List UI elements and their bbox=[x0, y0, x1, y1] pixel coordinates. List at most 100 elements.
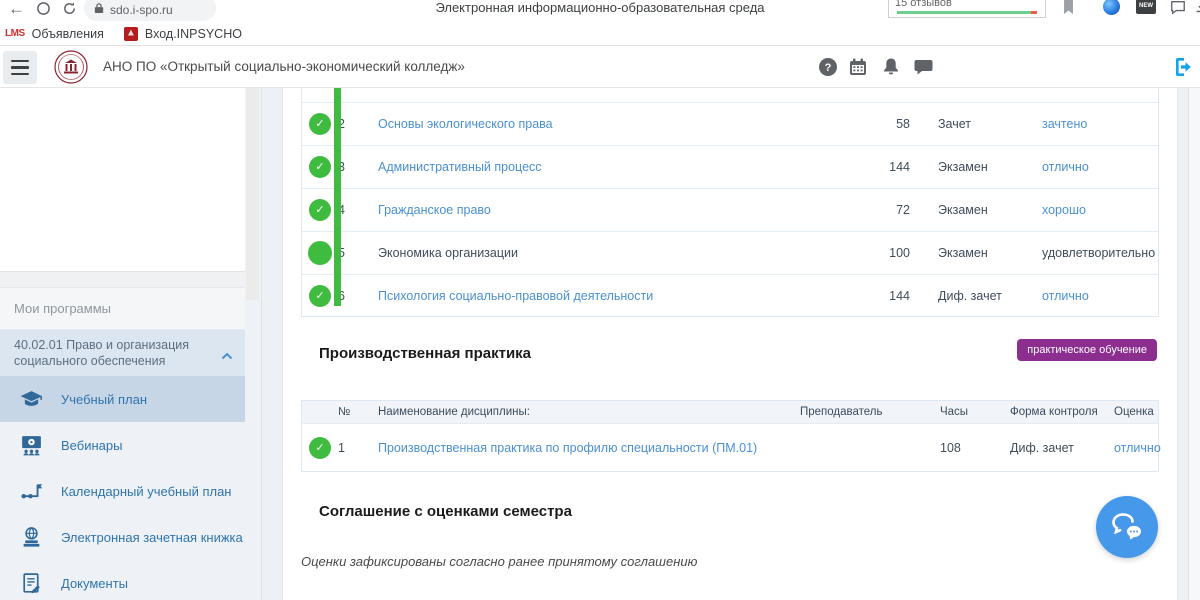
sidebar-item-documents[interactable]: Документы bbox=[0, 560, 245, 600]
url-text: sdo.i-spo.ru bbox=[110, 0, 173, 17]
discipline-name: Экономика организации bbox=[378, 246, 854, 260]
row-number: 4 bbox=[338, 203, 378, 217]
svg-text:?: ? bbox=[825, 62, 832, 74]
completed-check-icon: ✓ bbox=[309, 285, 331, 307]
new-extension-badge[interactable]: NEW bbox=[1136, 0, 1156, 14]
grade-link[interactable]: хорошо bbox=[1042, 203, 1158, 217]
organization-name: АНО ПО «Открытый социально-экономический… bbox=[103, 59, 465, 74]
page-scrollbar[interactable] bbox=[1188, 88, 1200, 600]
control-form: Диф. зачет bbox=[938, 289, 1042, 303]
section-title: Соглашение с оценками семестра bbox=[319, 503, 572, 520]
grade-link[interactable]: отлично bbox=[1042, 289, 1158, 303]
table-row: 5 Экономика организации 100 Экзамен удов… bbox=[302, 231, 1158, 274]
hours-value: 144 bbox=[854, 160, 910, 174]
sidebar-empty-panel bbox=[0, 88, 245, 272]
bookmark-inpsycho[interactable]: Вход.INPSYCHO bbox=[124, 27, 242, 41]
lock-icon bbox=[94, 2, 104, 14]
grade-link[interactable]: отлично bbox=[1042, 160, 1158, 174]
milestones-icon bbox=[19, 479, 44, 504]
reviews-label: 15 отзывов bbox=[889, 0, 1045, 11]
discipline-link[interactable]: Производственная практика по профилю спе… bbox=[378, 441, 800, 455]
reviews-widget[interactable]: 15 отзывов bbox=[888, 0, 1046, 18]
app-header: АНО ПО «Открытый социально-экономический… bbox=[0, 46, 1200, 88]
completed-check-icon: ✓ bbox=[309, 199, 331, 221]
table-row: ✓ 2 Основы экологического права 58 Зачет… bbox=[302, 102, 1158, 145]
webinar-icon bbox=[19, 433, 44, 458]
sidebar-item-calendar-plan[interactable]: Календарный учебный план bbox=[0, 468, 245, 514]
row-number: 5 bbox=[338, 246, 378, 260]
completed-check-icon: ✓ bbox=[309, 437, 331, 459]
grade-link[interactable]: отлично bbox=[1114, 441, 1161, 455]
bookmark-announcements[interactable]: LMS Объявления bbox=[5, 27, 104, 41]
reload-icon[interactable] bbox=[36, 0, 51, 22]
col-header-form: Форма контроля bbox=[1010, 406, 1114, 418]
table-row: ✓ 4 Гражданское право 72 Экзамен хорошо bbox=[302, 188, 1158, 231]
col-header-name: Наименование дисциплины: bbox=[378, 406, 800, 418]
menu-toggle-button[interactable] bbox=[3, 51, 37, 84]
col-header-teacher: Преподаватель bbox=[800, 406, 940, 418]
content-card: ✓ 2 Основы экологического права 58 Зачет… bbox=[282, 88, 1178, 600]
hours-value: 58 bbox=[854, 117, 910, 131]
graduation-cap-icon bbox=[19, 387, 44, 412]
practice-table: № Наименование дисциплины: Преподаватель… bbox=[301, 400, 1159, 472]
bookmark-icon[interactable] bbox=[1062, 0, 1075, 20]
refresh-icon[interactable] bbox=[62, 0, 77, 22]
address-bar[interactable]: sdo.i-spo.ru bbox=[84, 0, 216, 21]
document-pen-icon bbox=[19, 571, 44, 596]
control-form: Зачет bbox=[938, 117, 1042, 131]
control-form: Диф. зачет bbox=[1010, 441, 1114, 455]
logout-icon[interactable] bbox=[1172, 55, 1196, 84]
lms-logo-icon: LMS bbox=[5, 28, 25, 39]
semester-table: ✓ 2 Основы экологического права 58 Зачет… bbox=[301, 88, 1159, 317]
messages-icon[interactable] bbox=[913, 57, 934, 82]
table-header-row: № Наименование дисциплины: Преподаватель… bbox=[302, 401, 1158, 423]
completed-check-icon: ✓ bbox=[309, 156, 331, 178]
col-header-num: № bbox=[338, 406, 378, 418]
help-icon[interactable]: ? bbox=[818, 57, 838, 82]
downloads-icon[interactable] bbox=[1194, 0, 1200, 20]
practice-badge[interactable]: практическое обучение bbox=[1017, 339, 1157, 361]
main-content: ✓ 2 Основы экологического права 58 Зачет… bbox=[262, 88, 1200, 600]
sidebar-item-gradebook[interactable]: Электронная зачетная книжка bbox=[0, 514, 245, 560]
sidebar-item-curriculum[interactable]: Учебный план bbox=[0, 376, 245, 422]
workspace: Мои программы 40.02.01 Право и организац… bbox=[0, 88, 1200, 600]
sidebar-divider bbox=[0, 272, 245, 288]
discipline-link[interactable]: Психология социально-правовой деятельнос… bbox=[378, 289, 854, 303]
inpsycho-logo-icon bbox=[124, 27, 138, 41]
row-number: 3 bbox=[338, 160, 378, 174]
feedback-icon[interactable] bbox=[1170, 0, 1186, 20]
completed-check-icon: ✓ bbox=[309, 113, 331, 135]
control-form: Экзамен bbox=[938, 246, 1042, 260]
table-row: ✓ 6 Психология социально-правовой деятел… bbox=[302, 274, 1158, 317]
hours-value: 72 bbox=[854, 203, 910, 217]
sidebar-program-item[interactable]: 40.02.01 Право и организация социального… bbox=[0, 330, 245, 376]
college-logo bbox=[53, 49, 89, 90]
discipline-link[interactable]: Основы экологического права bbox=[378, 117, 854, 131]
back-icon[interactable]: ← bbox=[8, 0, 25, 20]
globe-books-icon bbox=[19, 525, 44, 550]
control-form: Экзамен bbox=[938, 160, 1042, 174]
sidebar-item-label: Учебный план bbox=[61, 392, 147, 407]
sidebar-item-label: Электронная зачетная книжка bbox=[61, 530, 243, 545]
reviews-bar bbox=[897, 11, 1031, 14]
chat-widget-button[interactable] bbox=[1096, 496, 1158, 558]
row-number: 1 bbox=[338, 441, 378, 455]
hours-value: 108 bbox=[940, 441, 980, 455]
sidebar-item-label: Вебинары bbox=[61, 438, 122, 453]
browser-profile-icon[interactable] bbox=[1103, 0, 1120, 15]
discipline-link[interactable]: Гражданское право bbox=[378, 203, 854, 217]
calendar-icon[interactable] bbox=[848, 57, 868, 82]
hours-value: 144 bbox=[854, 289, 910, 303]
row-number: 6 bbox=[338, 289, 378, 303]
in-progress-dot-icon bbox=[308, 241, 332, 265]
hours-value: 100 bbox=[854, 246, 910, 260]
sidebar-scrollbar[interactable] bbox=[246, 88, 259, 300]
col-header-grade: Оценка bbox=[1114, 406, 1158, 418]
notifications-bell-icon[interactable] bbox=[881, 57, 901, 82]
sidebar-item-webinars[interactable]: Вебинары bbox=[0, 422, 245, 468]
bookmarks-bar: LMS Объявления Вход.INPSYCHO bbox=[0, 22, 1200, 46]
discipline-link[interactable]: Административный процесс bbox=[378, 160, 854, 174]
page-title: Электронная информационно-образовательна… bbox=[435, 0, 764, 15]
grade-link[interactable]: зачтено bbox=[1042, 117, 1158, 131]
browser-toolbar: ← sdo.i-spo.ru Электронная информационно… bbox=[0, 0, 1200, 22]
